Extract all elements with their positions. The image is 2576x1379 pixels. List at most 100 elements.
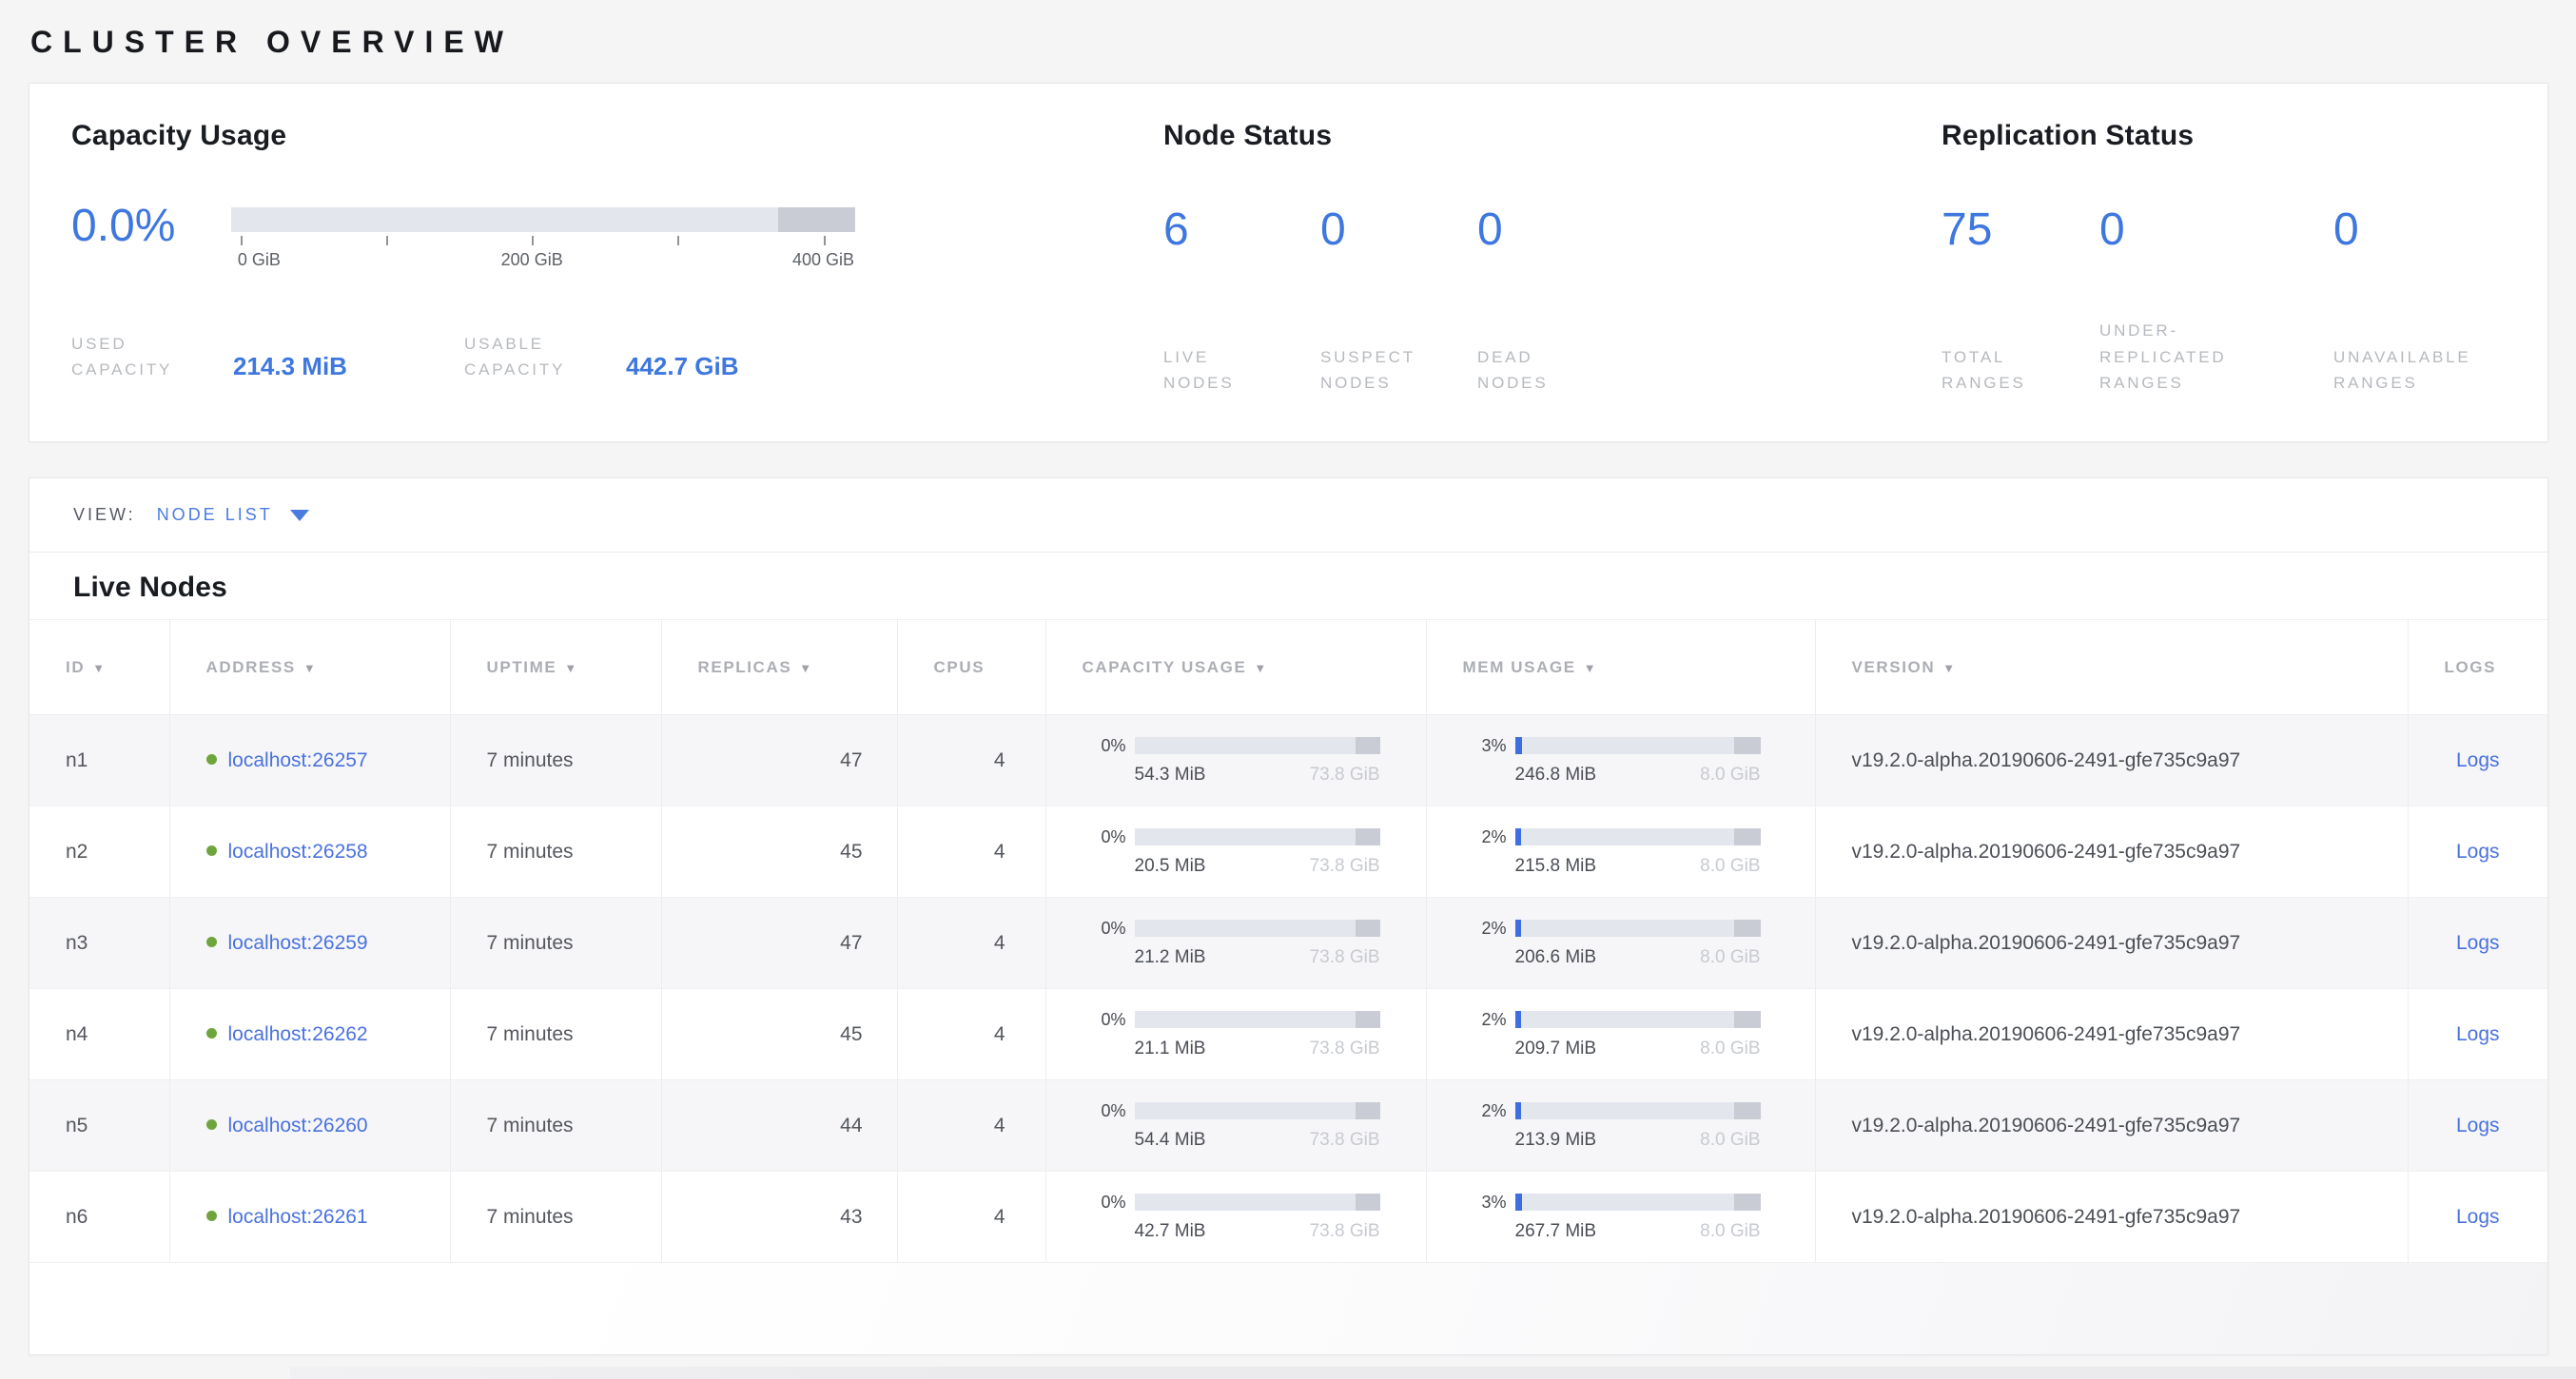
column-header-replicas[interactable]: REPLICAS▼ <box>661 620 897 715</box>
stat-label-line: REPLICATED <box>2099 344 2333 370</box>
node-version: v19.2.0-alpha.20190606-2491-gfe735c9a97 <box>1852 749 2241 771</box>
stat-label: DEADNODES <box>1477 344 1634 396</box>
node-replicas: 47 <box>840 749 862 771</box>
axis-tick-label: 0 GiB <box>238 250 281 270</box>
summary-stat: 0UNAVAILABLERANGES <box>2333 207 2552 396</box>
column-header-version[interactable]: VERSION▼ <box>1815 620 2408 715</box>
column-header-label: LOGS <box>2445 658 2497 676</box>
column-header-logs: LOGS <box>2408 620 2547 715</box>
stat-label-line: SUSPECT <box>1320 344 1477 370</box>
capacity-usage-bar-chart: 0 GiB200 GiB400 GiB <box>231 207 855 270</box>
capacity-usage-cell: 0% 20.5 MiB 73.8 GiB <box>1046 827 1426 877</box>
capacity-total-value: 73.8 GiB <box>1310 947 1380 968</box>
column-header-label: VERSION <box>1852 658 1936 676</box>
sort-arrow-icon: ▼ <box>799 661 812 675</box>
column-header-label: CPUS <box>934 658 986 676</box>
capacity-usage-bar <box>1135 737 1380 754</box>
node-uptime: 7 minutes <box>487 1206 574 1228</box>
capacity-usage-cell: 0% 54.4 MiB 73.8 GiB <box>1046 1101 1426 1151</box>
capacity-bar-dark-segment <box>1356 1102 1380 1119</box>
node-id: n3 <box>66 932 88 954</box>
capacity-percent-label: 0% <box>1102 827 1135 847</box>
mem-usage-bar <box>1515 920 1761 937</box>
mem-usage-bar <box>1515 828 1761 845</box>
capacity-percent-label: 0% <box>1102 1193 1135 1213</box>
column-header-label: UPTIME <box>487 658 557 676</box>
logs-link[interactable]: Logs <box>2456 749 2500 771</box>
stat-label-line: RANGES <box>2333 370 2552 396</box>
capacity-percent-label: 0% <box>1102 1010 1135 1030</box>
mem-used-value: 215.8 MiB <box>1515 856 1597 877</box>
mem-total-value: 8.0 GiB <box>1700 856 1760 877</box>
table-row: n6 localhost:26261 7 minutes 43 4 0% 42.… <box>29 1172 2547 1263</box>
mem-usage-cell: 2% 215.8 MiB 8.0 GiB <box>1427 827 1815 877</box>
capacity-total-value: 73.8 GiB <box>1310 856 1380 877</box>
column-header-cpus: CPUS <box>897 620 1045 715</box>
table-row: n3 localhost:26259 7 minutes 47 4 0% 21.… <box>29 898 2547 989</box>
logs-link[interactable]: Logs <box>2456 841 2500 863</box>
node-version: v19.2.0-alpha.20190606-2491-gfe735c9a97 <box>1852 1115 2241 1136</box>
node-address-link[interactable]: localhost:26257 <box>228 749 368 771</box>
capacity-axis-labels: 0 GiB200 GiB400 GiB <box>231 247 855 270</box>
mem-used-value: 246.8 MiB <box>1515 765 1597 786</box>
stat-label: UNDER-REPLICATEDRANGES <box>2099 318 2333 396</box>
logs-link[interactable]: Logs <box>2456 1206 2500 1228</box>
logs-link[interactable]: Logs <box>2456 1023 2500 1045</box>
capacity-total-value: 73.8 GiB <box>1310 1039 1380 1059</box>
node-address-link[interactable]: localhost:26259 <box>228 932 368 954</box>
mem-bar-dark-segment <box>1734 1011 1760 1028</box>
table-row: n1 localhost:26257 7 minutes 47 4 0% 54.… <box>29 715 2547 806</box>
stat-label-line: NODES <box>1163 370 1320 396</box>
node-version: v19.2.0-alpha.20190606-2491-gfe735c9a97 <box>1852 932 2241 954</box>
column-header-uptime[interactable]: UPTIME ▼ <box>450 620 661 715</box>
stat-value: 0 <box>2099 207 2333 253</box>
logs-link[interactable]: Logs <box>2456 932 2500 954</box>
capacity-usage-cell: 0% 21.2 MiB 73.8 GiB <box>1046 919 1426 968</box>
capacity-usage-bar <box>1135 1011 1380 1028</box>
stat-value: 75 <box>1942 207 2099 253</box>
node-address-link[interactable]: localhost:26260 <box>228 1115 368 1136</box>
stat-label-line: CAPACITY <box>71 357 233 382</box>
summary-stat: 0SUSPECTNODES <box>1320 207 1477 396</box>
live-nodes-table: ID▼ADDRESS▼UPTIME▼REPLICAS▼CPUSCAPACITY … <box>29 619 2547 1263</box>
view-mode-selector[interactable]: NODE LIST <box>157 505 309 525</box>
capacity-percent-label: 0% <box>1102 1101 1135 1121</box>
column-header-address[interactable]: ADDRESS▼ <box>169 620 450 715</box>
capacity-usage-cell: 0% 21.1 MiB 73.8 GiB <box>1046 1010 1426 1059</box>
column-header-id[interactable]: ID▼ <box>29 620 169 715</box>
stat-label: SUSPECTNODES <box>1320 344 1477 396</box>
mem-used-value: 213.9 MiB <box>1515 1130 1597 1151</box>
mem-total-value: 8.0 GiB <box>1700 1221 1760 1242</box>
sort-arrow-icon: ▼ <box>564 661 577 675</box>
logs-link[interactable]: Logs <box>2456 1115 2500 1136</box>
node-version: v19.2.0-alpha.20190606-2491-gfe735c9a97 <box>1852 1023 2241 1045</box>
axis-tick-mark <box>677 236 679 245</box>
capacity-bar-dark-segment <box>1356 920 1380 937</box>
summary-stat: 75TOTALRANGES <box>1942 207 2099 396</box>
mem-percent-label: 2% <box>1482 919 1515 939</box>
capacity-used-value: 20.5 MiB <box>1135 856 1206 877</box>
node-status-stats: 6LIVENODES0SUSPECTNODES0DEADNODES <box>1163 207 1942 396</box>
capacity-usage-section: Capacity Usage 0.0% 0 GiB200 GiB400 GiB … <box>71 120 1163 441</box>
node-address-link[interactable]: localhost:26258 <box>228 841 368 863</box>
node-id: n5 <box>66 1115 88 1136</box>
column-header-capacity[interactable]: CAPACITY USAGE▼ <box>1045 620 1426 715</box>
node-live-status-icon <box>206 845 217 856</box>
node-address-link[interactable]: localhost:26262 <box>228 1023 368 1045</box>
node-live-status-icon <box>206 937 217 947</box>
stat-label-line: RANGES <box>2099 370 2333 396</box>
mem-usage-cell: 2% 206.6 MiB 8.0 GiB <box>1427 919 1815 968</box>
sort-arrow-icon: ▼ <box>1584 661 1597 675</box>
axis-tick-label: 400 GiB <box>792 250 854 270</box>
axis-tick-mark <box>532 236 534 245</box>
view-bar: VIEW: NODE LIST <box>29 478 2547 553</box>
node-id: n1 <box>66 749 88 771</box>
node-address-link[interactable]: localhost:26261 <box>228 1206 368 1228</box>
column-header-mem[interactable]: MEM USAGE▼ <box>1426 620 1815 715</box>
sort-arrow-icon: ▼ <box>1254 661 1267 675</box>
node-live-status-icon <box>206 1119 217 1130</box>
capacity-stat: USEDCAPACITY214.3 MiB <box>71 331 464 382</box>
live-nodes-header-row: ID▼ADDRESS▼UPTIME▼REPLICAS▼CPUSCAPACITY … <box>29 620 2547 715</box>
capacity-percent-label: 0% <box>1102 919 1135 939</box>
axis-tick-mark <box>824 236 826 245</box>
